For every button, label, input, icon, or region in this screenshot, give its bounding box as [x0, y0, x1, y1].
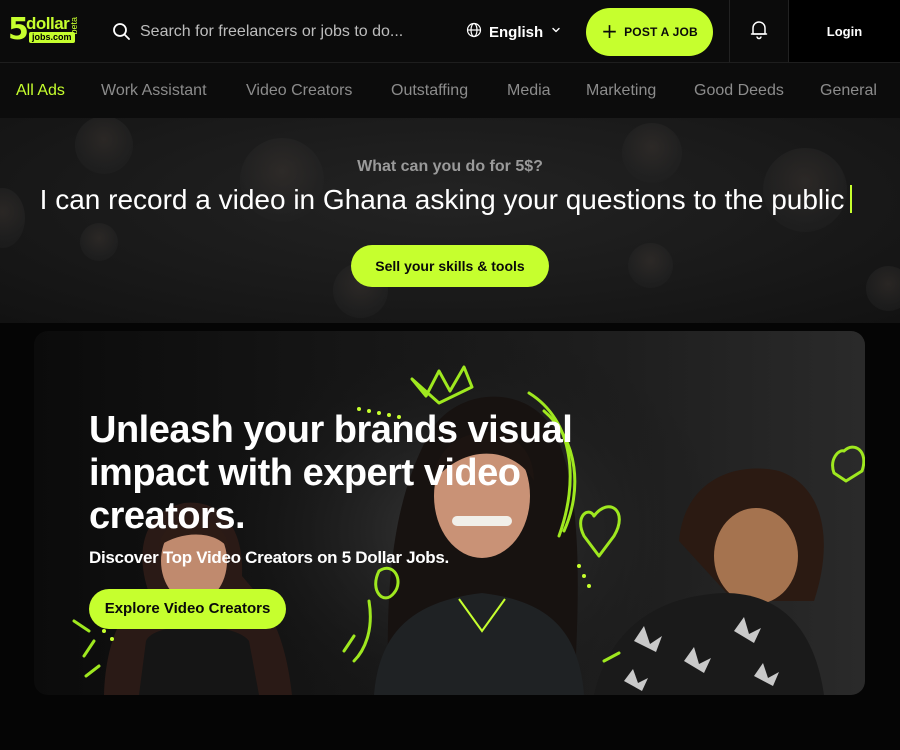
chevron-down-icon	[550, 23, 562, 41]
post-job-button[interactable]: + POST A JOB	[586, 8, 713, 56]
hero-question: What can you do for 5$?	[357, 158, 543, 175]
category-good-deeds[interactable]: Good Deeds	[694, 82, 784, 100]
search-input[interactable]	[140, 20, 430, 44]
hero-typed-content: I can record a video in Ghana asking you…	[39, 184, 845, 215]
login-label: Login	[826, 23, 863, 39]
category-media[interactable]: Media	[507, 82, 551, 100]
hero-typed-text: I can record a video in Ghana asking you…	[0, 184, 892, 216]
plus-icon: +	[601, 19, 619, 43]
background-avatar	[628, 243, 673, 288]
category-general[interactable]: General	[820, 82, 877, 100]
globe-icon	[466, 22, 482, 43]
category-nav: All Ads Work Assistant Video Creators Ou…	[0, 63, 900, 118]
category-all-ads[interactable]: All Ads	[16, 82, 65, 100]
language-label: English	[489, 23, 544, 41]
post-job-label: POST A JOB	[624, 25, 698, 39]
category-outstaffing[interactable]: Outstaffing	[391, 82, 468, 100]
category-work-assistant[interactable]: Work Assistant	[101, 82, 207, 100]
top-header: 5 dollar jobs.com beta English + POST A …	[0, 0, 900, 63]
background-avatar	[80, 223, 118, 261]
hero-section: What can you do for 5$? I can record a v…	[0, 118, 900, 323]
typing-cursor	[850, 185, 853, 213]
sell-skills-button[interactable]: Sell your skills & tools	[351, 245, 549, 287]
background-avatar	[866, 266, 900, 311]
notifications-button[interactable]	[729, 0, 789, 62]
category-video-creators[interactable]: Video Creators	[246, 82, 352, 100]
logo-beta: beta	[69, 17, 79, 35]
video-creators-banner: Unleash your brands visual impact with e…	[34, 331, 865, 695]
category-marketing[interactable]: Marketing	[586, 82, 656, 100]
site-logo[interactable]: 5 dollar jobs.com beta	[8, 15, 80, 47]
logo-word: dollar	[26, 14, 70, 33]
language-selector[interactable]: English	[466, 20, 562, 44]
search-bar[interactable]	[112, 20, 432, 44]
bell-icon	[748, 18, 770, 45]
explore-video-creators-button[interactable]: Explore Video Creators	[89, 589, 286, 629]
logo-sub: jobs.com	[29, 32, 75, 43]
banner-headline: Unleash your brands visual impact with e…	[89, 409, 573, 537]
login-button[interactable]: Login	[789, 0, 900, 62]
banner-subtitle: Discover Top Video Creators on 5 Dollar …	[89, 548, 449, 567]
search-icon	[112, 22, 132, 42]
